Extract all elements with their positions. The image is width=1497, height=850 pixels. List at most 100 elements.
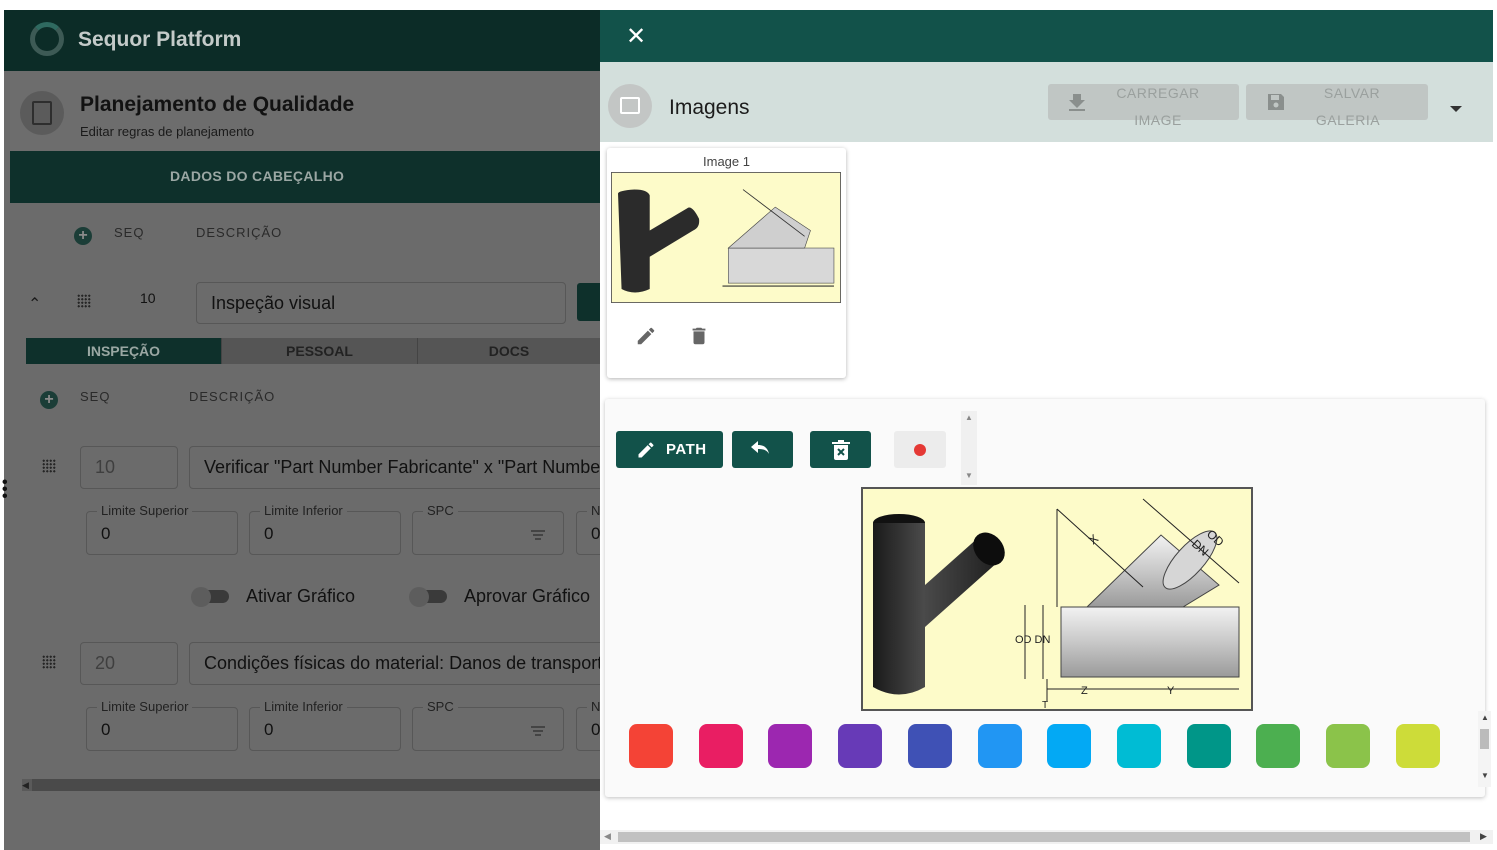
spc-select[interactable]: SPC <box>412 503 564 555</box>
app-title: Sequor Platform <box>78 28 242 51</box>
color-swatch[interactable] <box>907 724 952 768</box>
tab-inspecao[interactable]: INSPEÇÃO <box>26 338 222 364</box>
color-swatch[interactable] <box>1256 724 1301 768</box>
close-icon[interactable]: ✕ <box>626 22 646 51</box>
screen: { "app": {"title": "Sequor Platform"}, "… <box>0 0 1497 850</box>
limite-inferior-field[interactable]: Limite Inferior 0 <box>249 503 401 555</box>
dialog-toolbar: ✕ <box>600 10 1493 62</box>
extra-field[interactable]: N 0 <box>576 503 600 555</box>
delete-icon[interactable] <box>688 325 710 352</box>
dropdown-arrow-icon[interactable] <box>1450 106 1462 112</box>
pen-icon <box>638 442 654 458</box>
color-picker-button[interactable] <box>894 431 946 468</box>
inspection-seq-input[interactable]: 20 <box>80 642 178 685</box>
spc-select[interactable]: SPC <box>412 699 564 751</box>
section-title: DADOS DO CABEÇALHO <box>170 168 345 184</box>
image-card-title: Image 1 <box>703 154 750 169</box>
limite-inferior-field[interactable]: Limite Inferior 0 <box>249 699 401 751</box>
color-swatch[interactable] <box>838 724 883 768</box>
add-step-icon[interactable]: + <box>74 227 92 245</box>
page-header: Planejamento de Qualidade Editar regras … <box>10 71 600 151</box>
ativar-grafico-toggle[interactable] <box>191 587 229 607</box>
header-data-section[interactable]: DADOS DO CABEÇALHO <box>10 151 600 203</box>
app-bar: Sequor Platform <box>4 10 600 71</box>
inspection-description-header: DESCRIÇÃO <box>189 389 276 404</box>
scroll-left-arrow-icon[interactable]: ◀ <box>604 831 611 842</box>
field-value: 0 <box>264 524 274 543</box>
aprovar-grafico-toggle[interactable] <box>409 587 447 607</box>
color-swatch[interactable] <box>1047 724 1092 768</box>
download-icon <box>1068 92 1086 118</box>
tab-docs[interactable]: DOCS <box>418 338 600 364</box>
edit-pencil-icon[interactable] <box>635 325 657 352</box>
scroll-up-arrow-icon[interactable]: ▲ <box>1481 713 1489 722</box>
filter-icon <box>531 530 545 540</box>
add-inspection-icon[interactable]: + <box>40 391 58 409</box>
color-swatch[interactable] <box>629 724 673 768</box>
carregar-image-button[interactable]: CARREGAR IMAGE <box>1048 84 1239 128</box>
scrollbar-thumb[interactable] <box>618 832 1470 842</box>
delete-forever-icon <box>832 440 850 460</box>
inspection-seq-header: SEQ <box>80 389 111 404</box>
step-tabs: INSPEÇÃO PESSOAL DOCS <box>26 338 600 364</box>
color-swatch[interactable] <box>1116 724 1161 768</box>
undo-icon <box>751 441 769 454</box>
scroll-down-arrow-icon[interactable]: ▼ <box>1481 771 1489 780</box>
inspection-description-input[interactable]: Verificar "Part Number Fabricante" x "Pa… <box>189 446 600 489</box>
salvar-galeria-button[interactable]: SALVAR GALERIA <box>1246 84 1428 128</box>
step-action-button[interactable] <box>577 283 600 321</box>
scroll-up-arrow-icon[interactable]: ▲ <box>965 413 973 422</box>
drag-handle-icon[interactable] <box>42 459 56 473</box>
inspection-description-input[interactable]: Condições físicas do material: Danos de … <box>189 642 600 685</box>
images-dialog: ✕ Imagens CARREGAR IMAGE SALVAR GALERIA … <box>600 10 1493 850</box>
filter-icon <box>531 726 545 736</box>
step-description-input[interactable]: Inspeção visual <box>196 282 566 324</box>
limite-superior-field[interactable]: Limite Superior 0 <box>86 699 238 751</box>
color-swatch[interactable] <box>1326 724 1370 768</box>
page-title: Planejamento de Qualidade <box>80 93 355 116</box>
toolbar-scrollbar[interactable]: ▲ ▼ <box>961 411 977 485</box>
horizontal-scrollbar[interactable]: ◀ <box>22 779 600 791</box>
save-icon <box>1266 92 1286 118</box>
color-swatch[interactable] <box>768 724 813 768</box>
color-swatch[interactable] <box>1395 724 1440 768</box>
tab-pessoal[interactable]: PESSOAL <box>222 338 418 364</box>
color-swatch[interactable] <box>1186 724 1231 768</box>
page-subtitle: Editar regras de planejamento <box>80 124 255 139</box>
image-card[interactable]: Image 1 <box>607 148 846 378</box>
palette-scrollbar[interactable]: ▲ ▼ <box>1478 711 1491 787</box>
dialog-header: Imagens CARREGAR IMAGE SALVAR GALERIA <box>600 62 1493 142</box>
inspection-seq-input[interactable]: 10 <box>80 446 178 489</box>
record-dot-icon <box>914 444 926 456</box>
undo-button[interactable] <box>732 431 793 468</box>
field-value: 0 <box>101 524 111 543</box>
image-thumbnail[interactable] <box>611 172 841 303</box>
clear-canvas-button[interactable] <box>810 431 871 468</box>
dialog-horizontal-scrollbar[interactable]: ◀ ▶ <box>600 830 1493 844</box>
image-gallery-icon <box>608 84 652 128</box>
salvar-line1: SALVAR <box>1323 85 1381 101</box>
scroll-right-arrow-icon[interactable]: ▶ <box>1480 831 1487 842</box>
limite-superior-field[interactable]: Limite Superior 0 <box>86 503 238 555</box>
drag-handle-icon[interactable] <box>42 655 56 669</box>
drag-handle-icon[interactable] <box>77 294 91 308</box>
color-swatch[interactable] <box>698 724 743 768</box>
chevron-up-icon[interactable]: ⌃ <box>28 294 41 314</box>
dialog-title: Imagens <box>669 96 750 119</box>
scrollbar-thumb[interactable] <box>1480 729 1489 749</box>
label-od-dn: OD DN <box>1015 634 1051 646</box>
drawing-canvas[interactable]: X OD DN OD DN Z Y T <box>861 487 1253 711</box>
salvar-line2: GALERIA <box>1315 112 1381 128</box>
field-value: 0 <box>591 720 600 739</box>
more-vertical-icon[interactable]: • • • <box>2 475 8 505</box>
path-button[interactable]: PATH <box>616 431 723 468</box>
field-value: 0 <box>101 720 111 739</box>
extra-field[interactable]: N 0 <box>576 699 600 751</box>
color-swatch[interactable] <box>977 724 1022 768</box>
image-editor-panel: PATH ▲ ▼ X OD DN OD DN Z Y T ▲ ▼ <box>605 399 1491 797</box>
sequor-logo-icon <box>30 22 64 56</box>
scroll-down-arrow-icon[interactable]: ▼ <box>965 471 973 480</box>
scroll-left-arrow-icon[interactable]: ◀ <box>22 779 29 791</box>
label-z: Z <box>1081 685 1088 697</box>
scrollbar-thumb[interactable] <box>32 779 600 791</box>
